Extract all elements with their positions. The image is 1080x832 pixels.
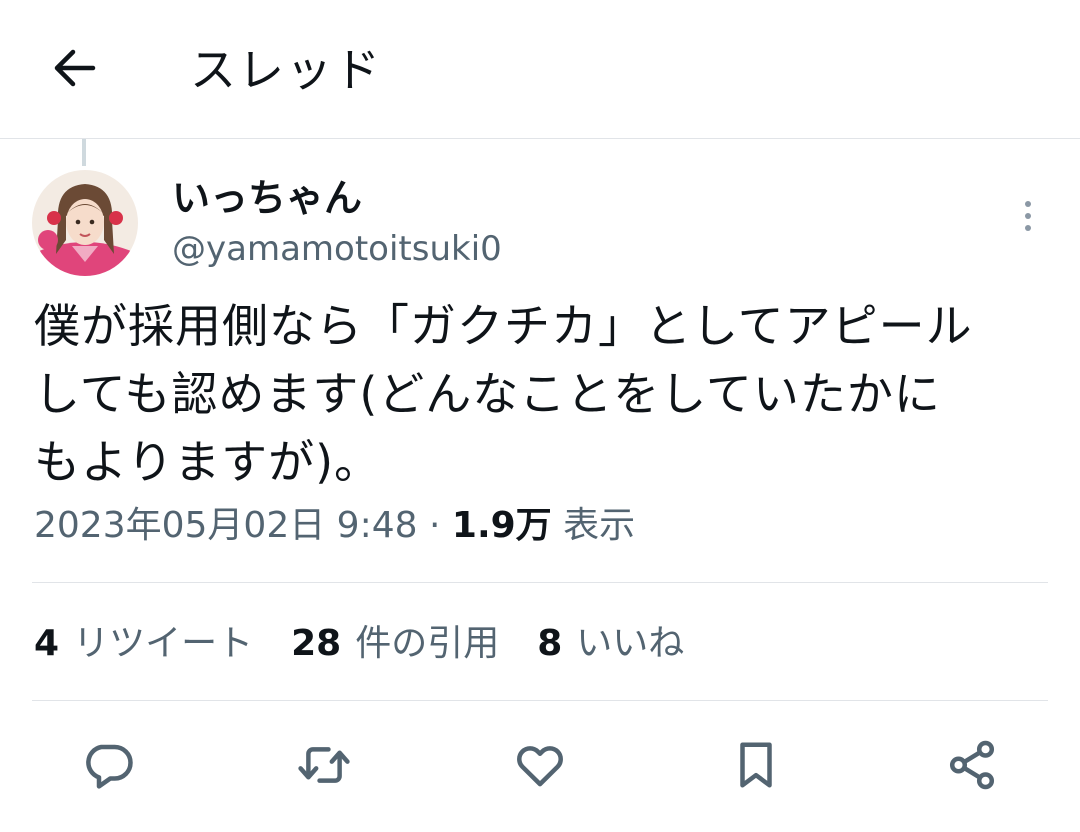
like-icon	[517, 746, 563, 787]
likes-label: いいね	[576, 623, 685, 664]
quotes-count: 28	[291, 623, 342, 664]
thread-connector-line	[82, 139, 86, 166]
like-button[interactable]	[505, 730, 575, 800]
action-bar	[0, 730, 1080, 800]
reply-icon	[86, 744, 133, 789]
share-icon	[949, 740, 995, 790]
share-button[interactable]	[937, 730, 1007, 800]
tweet-meta: 2023年05月02日 9:48 · 1.9万 表示	[34, 498, 635, 554]
reply-button[interactable]	[73, 730, 143, 800]
more-dot-icon	[1025, 225, 1031, 231]
views-label: 表示	[563, 505, 636, 546]
page-title: スレッド	[190, 43, 382, 97]
avatar[interactable]	[32, 170, 138, 276]
top-bar: スレッド	[0, 0, 1080, 139]
retweets-count: 4	[34, 623, 60, 664]
tweet-text-line: 僕が採用側なら「ガクチカ」としてアピール	[34, 299, 973, 353]
bookmark-icon	[740, 742, 772, 788]
tweet-text-line: もよりますが)。	[34, 435, 382, 489]
views-count: 1.9万	[451, 505, 552, 546]
avatar-illustration	[32, 170, 138, 276]
quotes-label: 件の引用	[355, 623, 500, 664]
more-dot-icon	[1025, 201, 1031, 207]
meta-separator: ·	[428, 505, 441, 546]
retweet-button[interactable]	[289, 730, 359, 800]
author-handle[interactable]: @yamamotoitsuki0	[172, 226, 502, 272]
tweet-text-line: しても認めます(どんなことをしていたかに	[34, 367, 941, 421]
more-dot-icon	[1025, 213, 1031, 219]
quotes-stat[interactable]: 28 件の引用	[291, 616, 499, 672]
author-name[interactable]: いっちゃん	[172, 172, 362, 224]
likes-count: 8	[537, 623, 563, 664]
retweet-icon	[298, 747, 350, 783]
divider	[32, 700, 1048, 701]
likes-stat[interactable]: 8 いいね	[537, 616, 684, 672]
divider	[32, 582, 1048, 583]
retweets-stat[interactable]: 4 リツイート	[34, 616, 253, 672]
arrow-left-icon	[54, 49, 96, 87]
more-options-button[interactable]	[1008, 192, 1048, 240]
engagement-stats: 4 リツイート 28 件の引用 8 いいね	[34, 616, 684, 672]
back-button[interactable]	[40, 38, 108, 98]
tweet-timestamp[interactable]: 2023年05月02日 9:48	[34, 505, 418, 546]
bookmark-button[interactable]	[721, 730, 791, 800]
retweets-label: リツイート	[73, 623, 254, 664]
tweet-text: 僕が採用側なら「ガクチカ」としてアピール しても認めます(どんなことをしていたか…	[34, 292, 1044, 496]
